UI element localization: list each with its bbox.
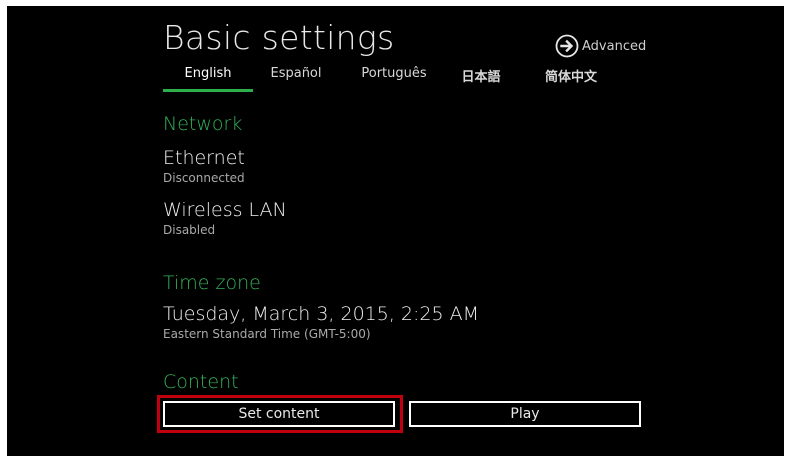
tab-espanol[interactable]: Español [261,66,331,81]
timezone-item[interactable]: Tuesday, March 3, 2015, 2:25 AM Eastern … [163,303,479,341]
ethernet-item[interactable]: Ethernet Disconnected [163,147,245,185]
tab-chinese[interactable]: 简体中文 [533,66,609,85]
timezone-heading: Time zone [163,272,261,294]
datetime-value: Tuesday, March 3, 2015, 2:25 AM [163,303,480,325]
advanced-link[interactable]: Advanced [555,34,646,58]
wireless-lan-status: Disabled [163,223,216,237]
play-button[interactable]: Play [409,401,641,427]
page-title: Basic settings [163,18,395,57]
wireless-lan-item[interactable]: Wireless LAN Disabled [163,199,287,237]
wireless-lan-label: Wireless LAN [163,199,287,221]
settings-screen: Basic settings Advanced English Español … [7,6,784,456]
advanced-label: Advanced [582,38,647,54]
ethernet-label: Ethernet [163,147,245,169]
timezone-value: Eastern Standard Time (GMT-5:00) [163,327,371,341]
language-tabs: English Español Português 日本語 简体中文 [163,66,623,94]
selection-highlight [157,395,403,433]
active-tab-underline [163,89,253,92]
tab-portugues[interactable]: Português [351,66,437,81]
ethernet-status: Disconnected [163,171,245,185]
circle-arrow-right-icon [555,34,579,58]
content-heading: Content [163,371,239,393]
tab-english[interactable]: English [163,66,253,81]
tab-japanese[interactable]: 日本語 [451,66,511,85]
network-heading: Network [163,113,243,135]
